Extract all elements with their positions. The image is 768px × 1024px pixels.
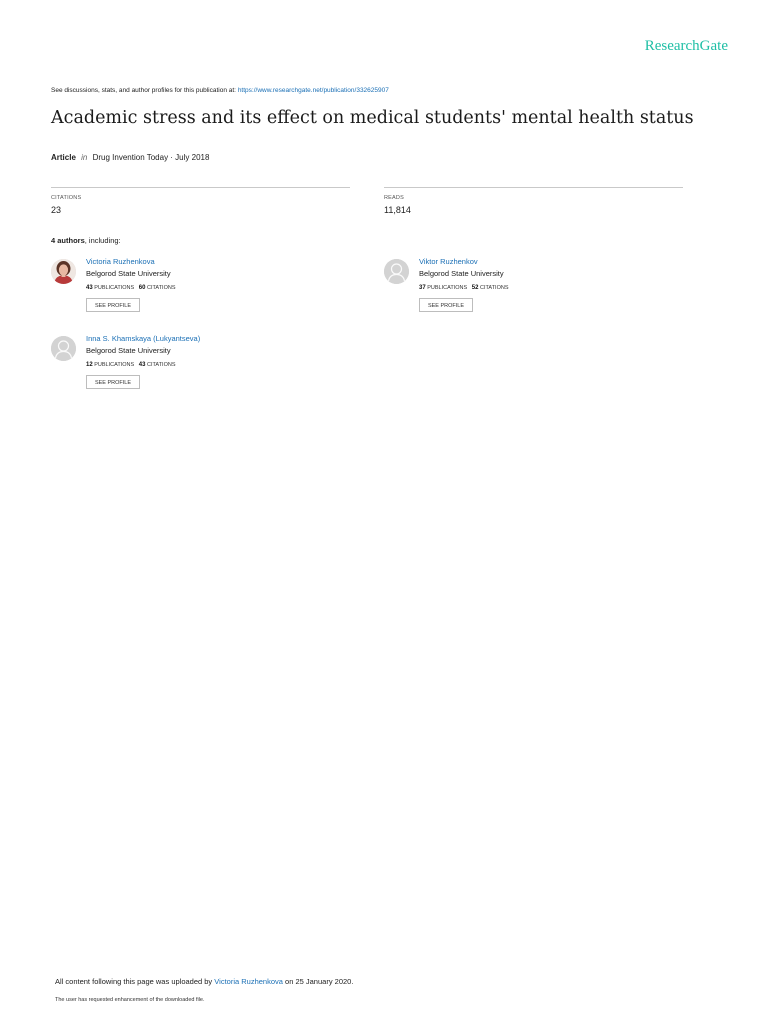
author-stats: 43 PUBLICATIONS 60 CITATIONS: [86, 285, 176, 291]
publication-title: Academic stress and its effect on medica…: [51, 108, 694, 128]
avatar[interactable]: [384, 259, 409, 284]
citations-value: 23: [51, 205, 62, 215]
publications-count: 12: [86, 362, 93, 368]
journal-info: Drug Invention Today · July 2018: [92, 153, 210, 162]
authors-heading: 4 authors, including:: [51, 236, 121, 245]
enhancement-note: The user has requested enhancement of th…: [55, 997, 205, 1003]
publications-count: 37: [419, 285, 426, 291]
citations-label: CITATIONS: [479, 285, 509, 291]
author-name-link[interactable]: Viktor Ruzhenkov: [419, 257, 478, 266]
publication-meta: Article in Drug Invention Today · July 2…: [51, 153, 209, 162]
upload-date: on 25 January 2020.: [285, 977, 354, 986]
author-stats: 37 PUBLICATIONS 52 CITATIONS: [419, 285, 509, 291]
see-profile-button[interactable]: SEE PROFILE: [86, 298, 140, 312]
citations-label: CITATIONS: [51, 195, 82, 201]
upload-prefix: All content following this page was uplo…: [55, 977, 213, 986]
author-photo-icon: [51, 259, 76, 284]
author-card: Viktor Ruzhenkov Belgorod State Universi…: [384, 257, 684, 323]
publications-label: PUBLICATIONS: [94, 362, 135, 368]
publications-count: 43: [86, 285, 93, 291]
default-user-icon: [51, 336, 76, 361]
citations-count: 43: [138, 362, 146, 368]
publication-link[interactable]: https://www.researchgate.net/publication…: [238, 87, 389, 94]
researchgate-logo: ResearchGate: [644, 38, 728, 54]
default-user-icon: [384, 259, 409, 284]
author-institution: Belgorod State University: [86, 346, 171, 355]
citations-count: 60: [138, 285, 146, 291]
author-name-link[interactable]: Victoria Ruzhenkova: [86, 257, 155, 266]
author-institution: Belgorod State University: [86, 269, 171, 278]
author-card: Victoria Ruzhenkova Belgorod State Unive…: [51, 257, 351, 323]
avatar[interactable]: [51, 336, 76, 361]
citations-count: 52: [471, 285, 479, 291]
reads-divider: [384, 187, 683, 188]
publications-label: PUBLICATIONS: [427, 285, 468, 291]
publications-label: PUBLICATIONS: [94, 285, 135, 291]
reads-label: READS: [384, 195, 404, 201]
author-institution: Belgorod State University: [419, 269, 504, 278]
see-discussions-line: See discussions, stats, and author profi…: [51, 87, 389, 94]
citations-label: CITATIONS: [146, 362, 176, 368]
authors-suffix: , including:: [84, 236, 121, 245]
author-card: Inna S. Khamskaya (Lukyantseva) Belgorod…: [51, 334, 351, 400]
in-label: in: [81, 153, 88, 162]
see-profile-button[interactable]: SEE PROFILE: [86, 375, 140, 389]
see-discussions-text: See discussions, stats, and author profi…: [51, 87, 236, 94]
upload-info: All content following this page was uplo…: [55, 977, 353, 986]
citations-divider: [51, 187, 350, 188]
avatar[interactable]: [51, 259, 76, 284]
citations-label: CITATIONS: [146, 285, 176, 291]
reads-value: 11,814: [384, 205, 411, 215]
publication-type: Article: [51, 153, 76, 162]
authors-count: 4 authors: [51, 236, 85, 245]
see-profile-button[interactable]: SEE PROFILE: [419, 298, 473, 312]
uploader-link[interactable]: Victoria Ruzhenkova: [214, 977, 283, 986]
author-name-link[interactable]: Inna S. Khamskaya (Lukyantseva): [86, 334, 200, 343]
author-stats: 12 PUBLICATIONS 43 CITATIONS: [86, 362, 176, 368]
